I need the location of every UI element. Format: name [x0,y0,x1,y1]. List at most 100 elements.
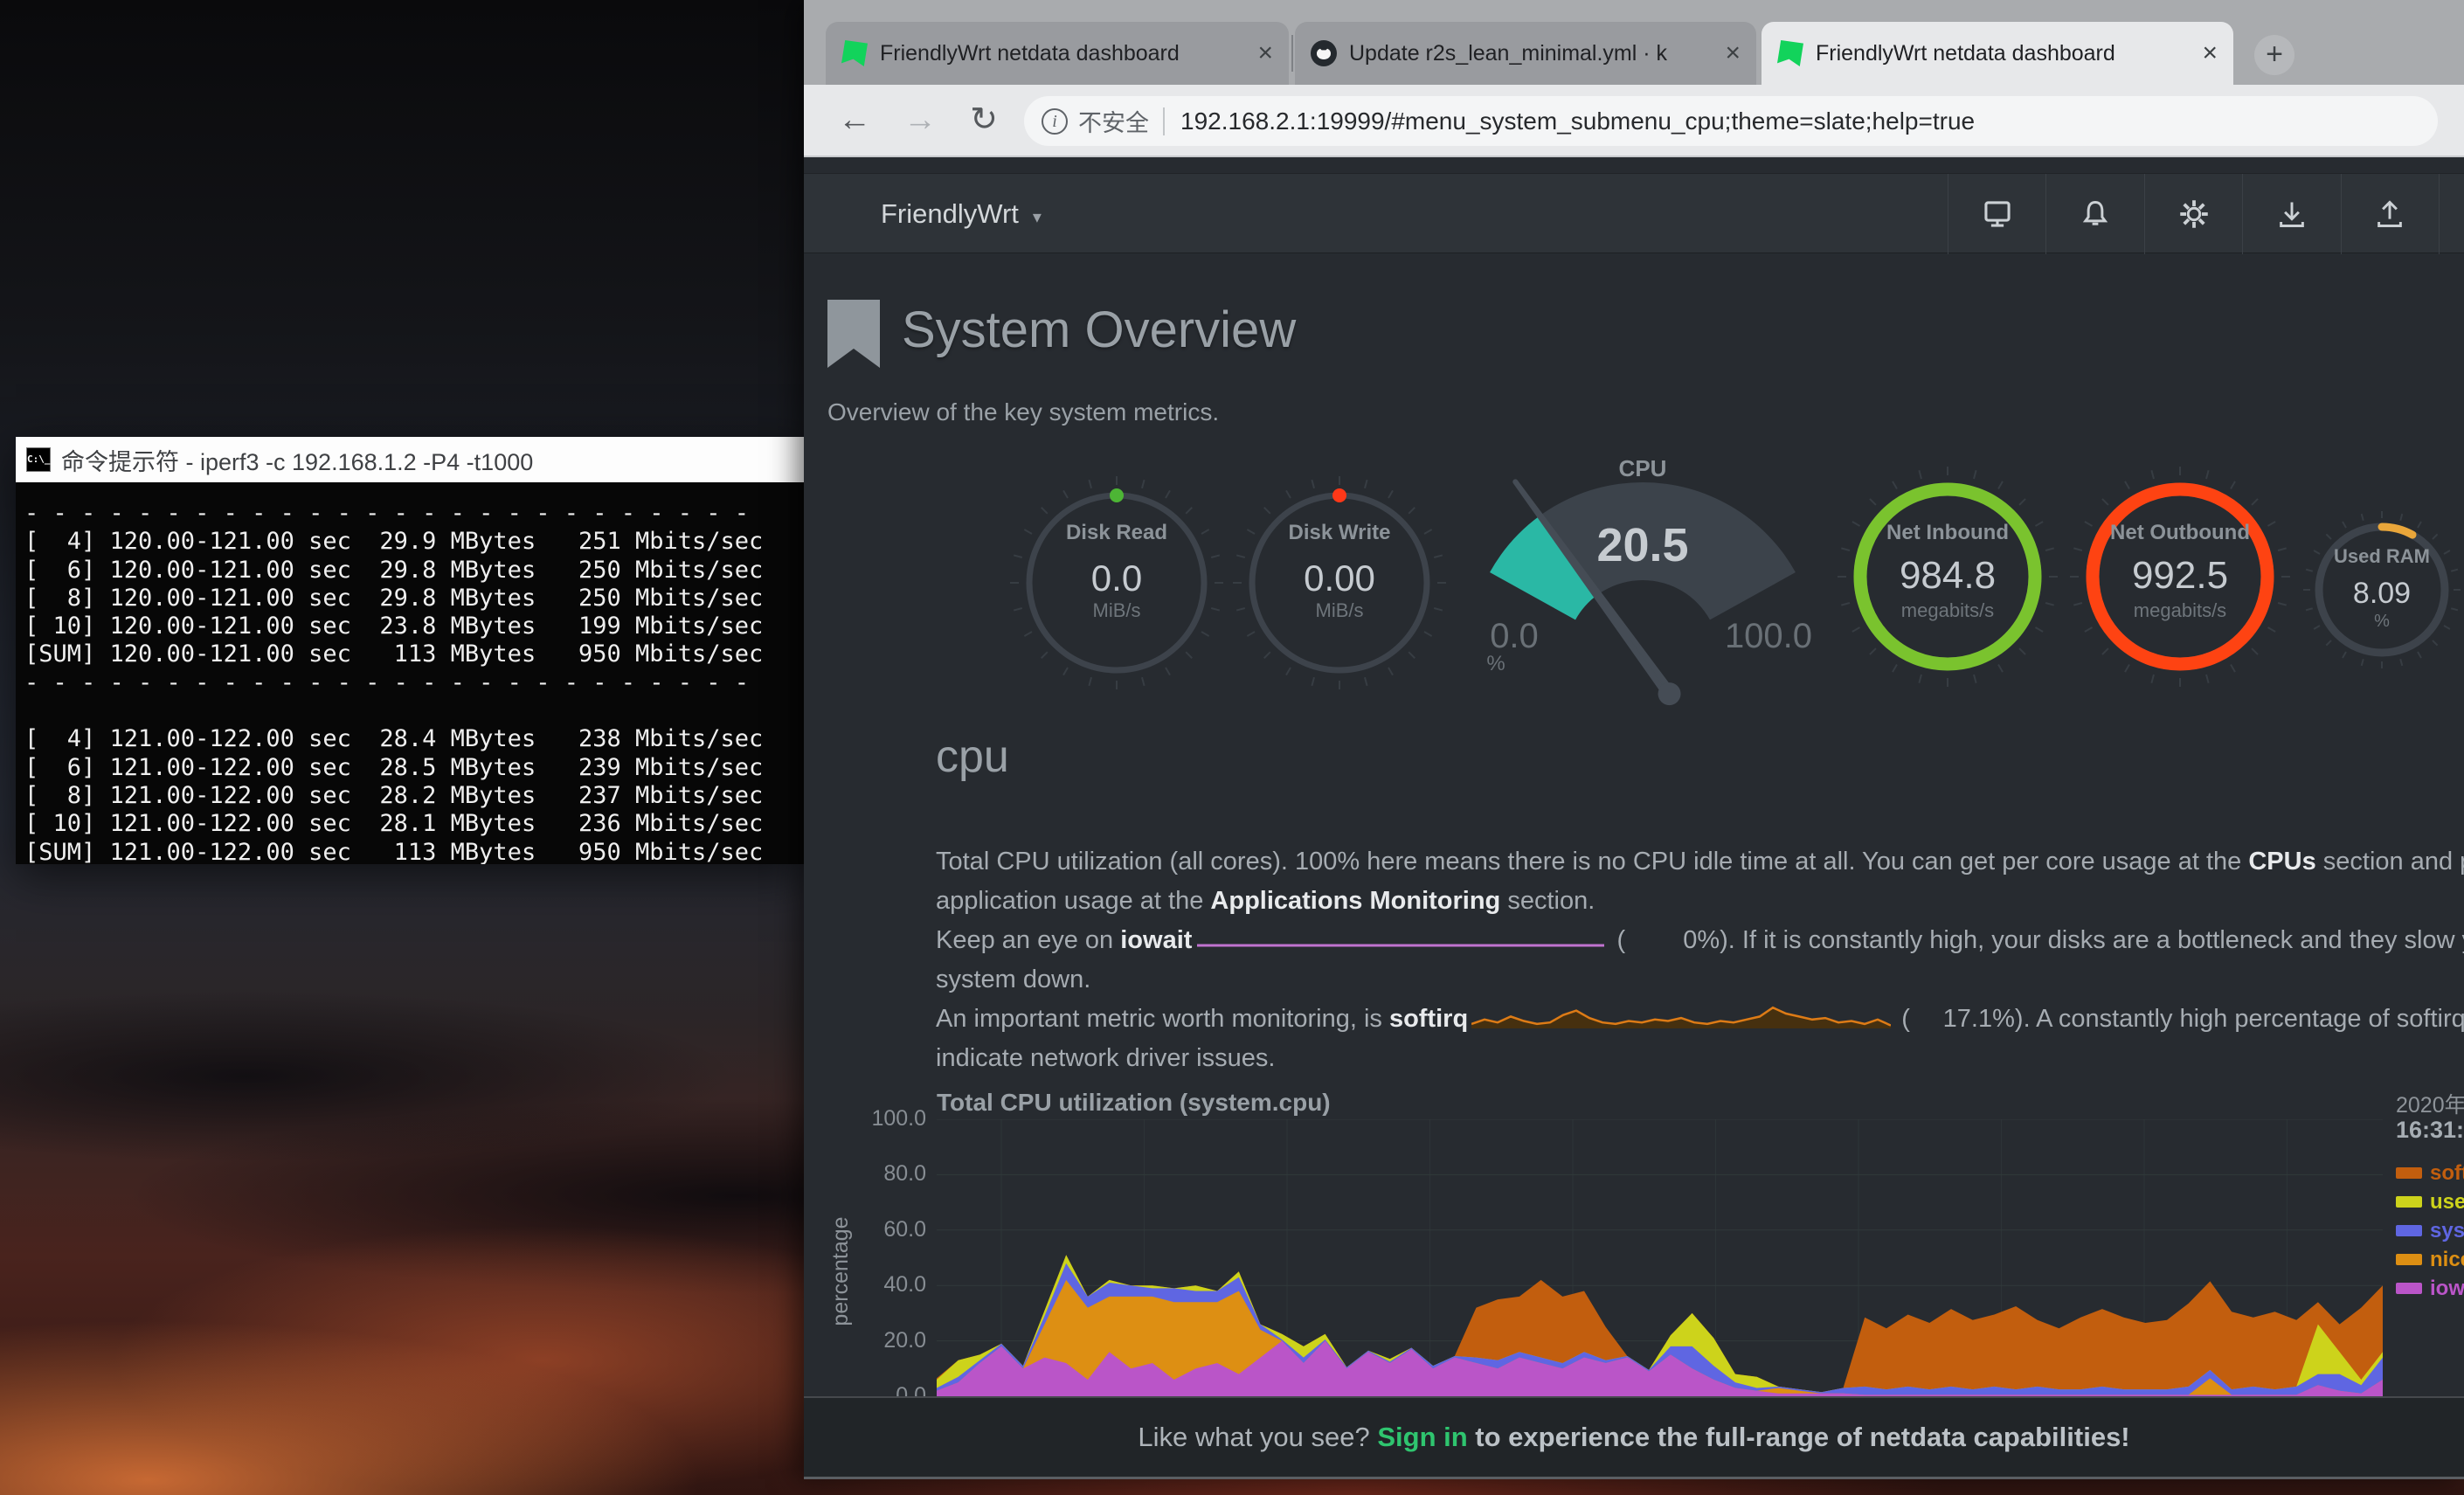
terminal-line: [ 8] 121.00-122.00 sec 28.2 MBytes 237 M… [24,782,804,810]
netdata-favicon [841,40,868,66]
tab-close-icon[interactable]: × [2202,40,2218,66]
softirq-value: 17.1% [1910,1000,2015,1039]
url-input[interactable]: 192.168.2.1:19999/#menu_system_submenu_c… [1180,107,1975,135]
paragraph-line: Total CPU utilization (all cores). 100% … [936,842,2464,882]
page-subtitle: Overview of the key system metrics. [827,398,1219,426]
terminal-title: 命令提示符 - iperf3 -c 192.168.1.2 -P4 -t1000 [61,443,533,477]
gauge-unit: megabits/s [2049,599,2311,622]
iowait-sparkline[interactable] [1195,928,1606,954]
terminal-line: - - - - - - - - - - - - - - - - - - - - … [24,500,804,528]
chart-title: Total CPU utilization (system.cpu) [937,1089,1331,1117]
gauge-value: 0.00 [1208,557,1471,599]
export-button[interactable] [2341,174,2440,254]
legend-label: iowait [2430,1277,2464,1301]
legend-swatch [2396,1254,2422,1265]
y-tick-label: 80.0 [830,1161,926,1187]
gauge-value: 992.5 [2049,554,2311,598]
gauge-max: 100.0 [1699,617,1838,656]
github-favicon [1311,40,1337,66]
paragraph-line: Keep an eye on iowait (0%). If it is con… [936,921,2464,960]
host-dropdown[interactable]: FriendlyWrt ▾ [881,174,1042,254]
terminal-line: [ 6] 120.00-121.00 sec 29.8 MBytes 250 M… [24,557,804,585]
paragraph-line: system down. [936,960,2464,1000]
terminal-line: [ 10] 120.00-121.00 sec 23.8 MBytes 199 … [24,613,804,640]
terminal-output: - - - - - - - - - - - - - - - - - - - - … [16,482,804,864]
gauge-unit: % [1470,652,1522,676]
settings-button[interactable] [2144,174,2242,254]
terminal-line: [SUM] 120.00-121.00 sec 113 MBytes 950 M… [24,640,804,668]
iowait-value: 0% [1625,921,1720,960]
section-heading-cpu: cpu [936,730,1009,783]
legend-item-system[interactable]: system [2396,1220,2464,1242]
chart-legend: softirq user system nice iowait [2396,1162,2464,1306]
back-icon[interactable]: ← [830,95,879,144]
import-button[interactable] [2242,174,2340,254]
omnibox-divider [1163,107,1165,135]
tab-close-icon[interactable]: × [1725,40,1741,66]
cpu-gauge[interactable] [1433,454,1852,734]
y-tick-label: 20.0 [830,1328,926,1353]
banner-text: to experience the full-range of netdata … [1468,1422,2130,1453]
softirq-sparkline[interactable] [1471,1001,1891,1033]
tab-strip: FriendlyWrt netdata dashboard × Update r… [804,0,2464,85]
browser-window: FriendlyWrt netdata dashboard × Update r… [804,0,2464,1479]
terminal-line: [ 6] 121.00-122.00 sec 28.5 MBytes 239 M… [24,754,804,782]
terminal-line: [ 4] 121.00-122.00 sec 28.4 MBytes 238 M… [24,725,804,753]
sign-in-link[interactable]: Sign in [1377,1422,1467,1453]
legend-label: user [2430,1190,2464,1215]
info-icon[interactable]: i [1042,108,1068,135]
reload-icon[interactable]: ↻ [959,95,1008,144]
url-bar[interactable]: i 不安全 192.168.2.1:19999/#menu_system_sub… [1024,96,2438,146]
monitor-button[interactable] [1948,174,2045,254]
navbar-icon-group [1948,174,2440,254]
cpus-link[interactable]: CPUs [2248,848,2315,876]
legend-item-iowait[interactable]: iowait [2396,1277,2464,1299]
browser-toolbar: ← → ↻ i 不安全 192.168.2.1:19999/#menu_syst… [804,85,2464,157]
security-chip[interactable]: 不安全 [1078,104,1149,138]
tab-github-update[interactable]: Update r2s_lean_minimal.yml · k × [1295,22,1756,85]
gauge-value: 984.8 [1817,554,2079,598]
gauge-unit: % [2294,612,2464,632]
cpu-utilization-chart[interactable] [937,1119,2383,1396]
upload-icon [2374,198,2405,230]
tab-label: Update r2s_lean_minimal.yml · k [1349,41,1713,66]
gauge-label: CPU [1512,455,1774,482]
chart-date: 2020年3 [2396,1088,2464,1119]
legend-item-user[interactable]: user [2396,1191,2464,1213]
download-icon [2276,198,2308,230]
chart-time: 16:31:2 [2396,1117,2464,1144]
tab-friendlywrt-netdata-2-active[interactable]: FriendlyWrt netdata dashboard × [1761,22,2233,85]
gauge-min: 0.0 [1444,617,1584,656]
gauge-unit: megabits/s [1817,599,2079,622]
cmd-icon: C:\_ [26,447,51,472]
forward-icon[interactable]: → [896,95,945,144]
netdata-navbar: FriendlyWrt ▾ [804,173,2464,253]
tab-close-icon[interactable]: × [1257,40,1273,66]
gauge-value: 8.09 [2294,577,2464,611]
legend-label: system [2430,1219,2464,1243]
alarms-button[interactable] [2045,174,2143,254]
terminal-line [24,697,804,725]
bookmark-icon [827,300,880,368]
y-tick-label: 100.0 [830,1106,926,1132]
gear-icon [2178,198,2210,230]
bell-icon [2080,198,2111,230]
host-name: FriendlyWrt [881,198,1019,230]
terminal-line: [ 10] 121.00-122.00 sec 28.1 MBytes 236 … [24,810,804,838]
gauge-label: Net Outbound [2049,521,2311,545]
gauge-label: Disk Write [1208,521,1471,545]
legend-item-nice[interactable]: nice [2396,1249,2464,1270]
legend-swatch [2396,1167,2422,1179]
applications-monitoring-link[interactable]: Applications Monitoring [1210,887,1500,915]
paragraph-line: indicate network driver issues. [936,1039,2464,1078]
gauge-value: 20.5 [1468,518,1817,572]
tab-friendlywrt-netdata-1[interactable]: FriendlyWrt netdata dashboard × [826,22,1289,85]
y-tick-label: 40.0 [830,1272,926,1298]
legend-item-softirq[interactable]: softirq [2396,1162,2464,1184]
new-tab-button[interactable]: + [2254,35,2294,75]
cpu-description: Total CPU utilization (all cores). 100% … [936,842,2464,1078]
legend-swatch [2396,1225,2422,1236]
tab-label: FriendlyWrt netdata dashboard [1816,41,2190,66]
terminal-titlebar[interactable]: C:\_ 命令提示符 - iperf3 -c 192.168.1.2 -P4 -… [16,437,804,482]
gauge-label: Net Inbound [1817,521,2079,545]
